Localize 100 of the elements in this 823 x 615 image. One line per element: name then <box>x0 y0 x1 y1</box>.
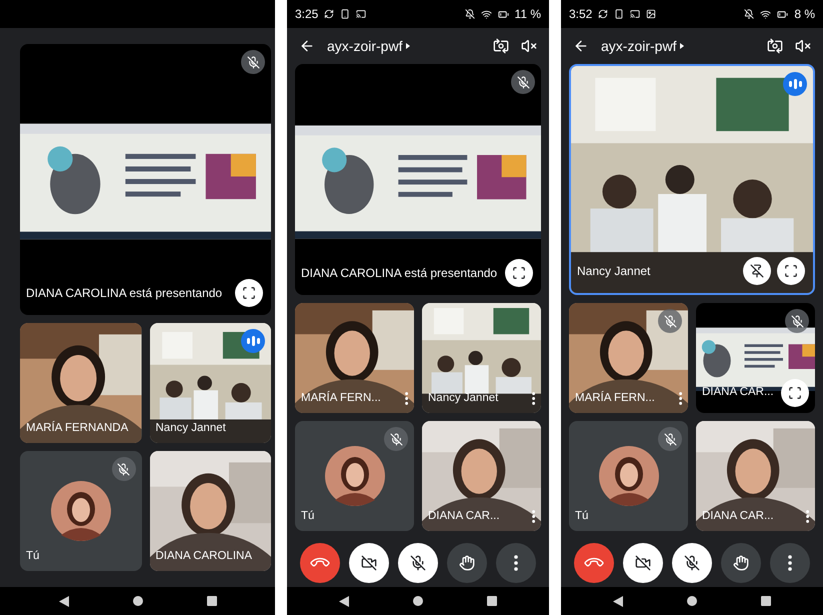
cast-icon <box>630 9 640 19</box>
caption-text: DIANA CAROLINA está presentando <box>26 285 222 302</box>
participant-tile[interactable]: DIANA CAR... <box>696 303 815 413</box>
camera-off-icon <box>634 555 651 571</box>
caption-text: Nancy Jannet <box>577 263 650 280</box>
more-options-button[interactable] <box>532 392 535 405</box>
fullscreen-icon <box>512 266 526 280</box>
participant-tile[interactable]: Tú <box>20 451 142 571</box>
participant-name: DIANA CAR... <box>702 385 774 400</box>
speaker-off-icon <box>795 38 811 54</box>
switch-camera-button[interactable] <box>493 38 509 54</box>
participant-tile[interactable]: Nancy Jannet <box>150 323 271 443</box>
participant-name: Tú <box>301 508 314 524</box>
mic-slash-glyph <box>790 314 804 328</box>
bell-off-icon <box>744 9 754 19</box>
battery-icon <box>777 8 788 20</box>
participant-name: Tú <box>26 548 40 564</box>
fullscreen-icon <box>788 386 802 400</box>
camera-off-icon <box>360 555 377 571</box>
fullscreen-icon <box>242 286 256 300</box>
raise-hand-button[interactable] <box>721 543 762 583</box>
participant-name: DIANA CAR... <box>428 508 500 524</box>
switch-camera-icon <box>493 38 509 54</box>
participant-tile[interactable]: DIANA CAR... <box>696 421 815 531</box>
presentation-tile[interactable]: DIANA CAROLINA está presentando <box>20 44 271 315</box>
mic-off-button[interactable] <box>398 543 438 583</box>
mic-off-icon <box>684 555 700 571</box>
participant-name: MARÍA FERN... <box>575 390 655 406</box>
more-options-button[interactable] <box>806 510 809 523</box>
participant-name: DIANA CAR... <box>702 508 774 524</box>
participant-tile[interactable]: MARÍA FERNANDA <box>20 323 142 443</box>
more-icon <box>678 392 682 405</box>
more-options-button[interactable] <box>404 392 408 405</box>
participant-tile[interactable]: MARÍA FERN... <box>569 303 688 413</box>
participant-name: DIANA CAROLINA <box>156 548 252 564</box>
end-call-button[interactable] <box>574 543 614 583</box>
mic-slash-glyph <box>117 462 130 476</box>
back-button[interactable] <box>573 38 589 54</box>
more-icon <box>788 555 792 571</box>
more-icon <box>532 510 535 523</box>
more-icon <box>514 555 518 571</box>
clock-text: 3:25 <box>295 6 318 23</box>
sync-icon <box>324 9 334 19</box>
fullscreen-button[interactable] <box>235 279 263 307</box>
bell-off-icon <box>464 9 475 19</box>
clock-text: 3:52 <box>569 6 592 23</box>
more-icon <box>404 392 408 405</box>
mic-off-button[interactable] <box>672 543 712 583</box>
battery-icon <box>498 8 509 20</box>
battery-text: 11 % <box>514 6 541 23</box>
presentation-tile[interactable]: DIANA CAROLINA está presentando <box>295 64 541 295</box>
back-nav-icon[interactable] <box>339 596 349 606</box>
fullscreen-button[interactable] <box>505 259 533 287</box>
back-nav-icon[interactable] <box>58 596 68 606</box>
home-nav-icon[interactable] <box>132 596 142 606</box>
mic-slash-glyph <box>246 56 260 68</box>
meeting-title[interactable]: ayx-zoir-pwf <box>601 36 684 56</box>
home-nav-icon[interactable] <box>413 596 423 606</box>
participant-tile[interactable]: DIANA CAR... <box>422 421 541 531</box>
phone-icon <box>340 9 350 19</box>
participant-name: Tú <box>575 508 588 524</box>
camera-off-button[interactable] <box>622 543 663 583</box>
meeting-title[interactable]: ayx-zoir-pwf <box>327 36 410 56</box>
phone-icon <box>614 9 624 19</box>
caption-text: DIANA CAROLINA está presentando <box>301 265 498 282</box>
participant-tile[interactable]: MARÍA FERN... <box>295 303 414 413</box>
speaker-off-button[interactable] <box>521 38 537 54</box>
hand-icon <box>459 555 476 571</box>
mic-slash-glyph <box>516 76 530 88</box>
wifi-icon <box>760 8 772 20</box>
back-button[interactable] <box>299 38 315 54</box>
mic-slash-glyph <box>664 314 676 328</box>
back-nav-icon[interactable] <box>613 596 623 606</box>
participant-tile[interactable]: Tú <box>569 421 688 531</box>
raise-hand-button[interactable] <box>447 543 488 583</box>
camera-off-button[interactable] <box>348 543 389 583</box>
sync-icon <box>598 9 608 19</box>
wifi-icon <box>480 8 492 20</box>
participant-name: MARÍA FERNANDA <box>26 420 128 436</box>
switch-camera-button[interactable] <box>767 38 783 54</box>
home-nav-icon[interactable] <box>687 596 697 606</box>
speaker-tile[interactable]: Nancy Jannet <box>569 64 815 295</box>
cast-icon <box>356 9 366 19</box>
more-options-button[interactable] <box>678 392 682 405</box>
recents-nav-icon[interactable] <box>206 596 216 606</box>
mic-slash-glyph <box>390 432 402 446</box>
participant-tile[interactable]: Nancy Jannet <box>422 303 541 413</box>
participant-name: Nancy Jannet <box>156 420 226 436</box>
back-arrow-icon <box>299 38 315 54</box>
more-icon <box>806 510 809 523</box>
participant-tile[interactable]: DIANA CAROLINA <box>150 451 271 571</box>
participant-tile[interactable]: Tú <box>295 421 414 531</box>
switch-camera-icon <box>767 38 783 54</box>
end-call-button[interactable] <box>300 543 340 583</box>
hand-icon <box>733 555 750 571</box>
more-options-button[interactable] <box>532 510 535 523</box>
participant-name: Nancy Jannet <box>428 390 498 406</box>
mic-off-icon <box>410 555 426 571</box>
speaker-off-button[interactable] <box>795 38 811 54</box>
mic-slash-glyph <box>664 432 676 446</box>
